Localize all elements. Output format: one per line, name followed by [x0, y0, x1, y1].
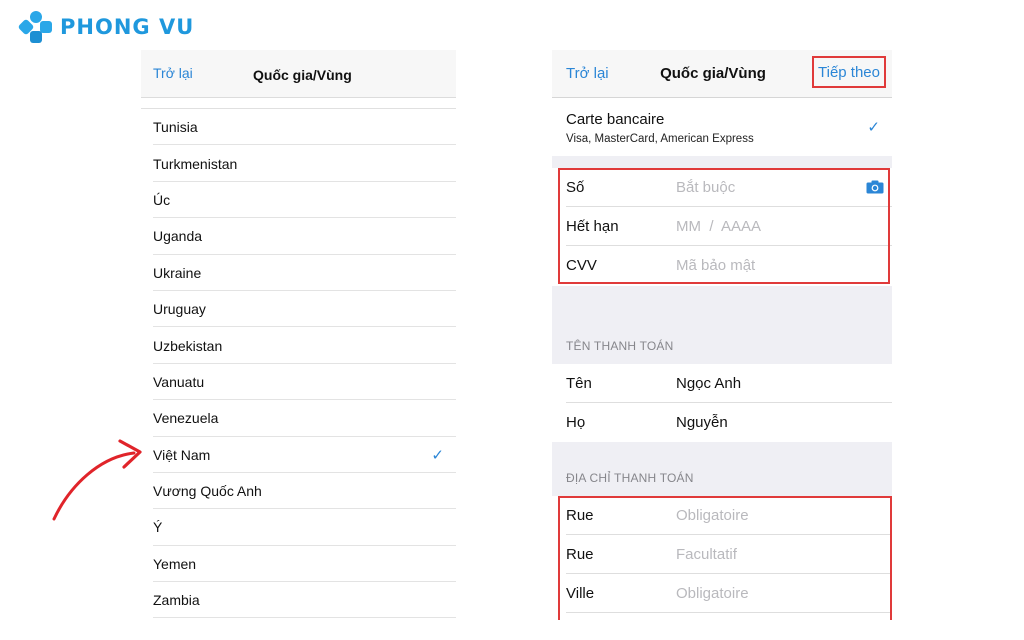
country-row[interactable]: Turkmenistan: [141, 145, 456, 183]
country-row[interactable]: Yemen: [141, 546, 456, 583]
checkmark-icon: ✓: [867, 119, 880, 136]
country-row[interactable]: Uruguay: [141, 291, 456, 328]
payment-method-name: Carte bancaire: [566, 111, 665, 128]
brand-logo: PHONG VU: [17, 10, 195, 44]
country-name: Úc: [153, 191, 171, 208]
navigation-bar: Trở lại Quốc gia/Vùng: [141, 50, 456, 98]
country-list: Tunisia Turkmenistan Úc Uganda Ukraine Urugua…: [141, 108, 456, 619]
country-name: Uganda: [153, 228, 203, 245]
country-name: Ý: [153, 519, 163, 536]
highlight-box: [558, 168, 890, 284]
country-row[interactable]: Tunisia: [141, 109, 456, 146]
brand-name: PHONG VU: [60, 15, 195, 39]
brand-logo-mark: [17, 11, 52, 43]
country-name: Turkmenistan: [153, 155, 238, 172]
country-name: Vương Quốc Anh: [153, 483, 262, 500]
next-button[interactable]: Tiếp theo: [812, 56, 886, 88]
billing-name-header: TÊN THANH TOÁN: [566, 339, 674, 353]
first-name-input[interactable]: Ngọc Anh: [676, 375, 741, 392]
country-row[interactable]: Zambia: [141, 582, 456, 619]
country-name: Tunisia: [153, 119, 198, 136]
country-name: Uzbekistan: [153, 337, 223, 354]
last-name-label: Họ: [566, 414, 586, 431]
payment-method-cards: Visa, MasterCard, American Express: [566, 133, 754, 145]
first-name-label: Tên: [566, 375, 592, 392]
country-row[interactable]: Vương Quốc Anh: [141, 473, 456, 510]
payment-method-row[interactable]: Carte bancaire Visa, MasterCard, America…: [552, 98, 892, 156]
navigation-bar: Trở lại Quốc gia/Vùng Tiếp theo: [552, 50, 892, 98]
highlight-box: [558, 496, 892, 620]
country-name: Yemen: [153, 555, 197, 572]
country-name: Vanuatu: [153, 373, 205, 390]
country-picker-screen: Trở lại Quốc gia/Vùng Tunisia Turkmenista…: [141, 50, 456, 620]
country-row[interactable]: Vanuatu: [141, 364, 456, 401]
billing-name-section: Tên Ngọc Anh Họ Nguyễn: [552, 364, 892, 442]
last-name-input[interactable]: Nguyễn: [676, 414, 728, 431]
country-name: Việt Nam: [153, 446, 211, 463]
checkmark-icon: ✓: [431, 446, 444, 464]
country-row[interactable]: Việt Nam ✓: [141, 437, 456, 474]
country-row[interactable]: Ý: [141, 509, 456, 547]
payment-info-screen: Trở lại Quốc gia/Vùng Tiếp theo Carte ba…: [552, 50, 892, 620]
billing-address-header: ĐỊA CHỈ THANH TOÁN: [566, 471, 694, 485]
country-row[interactable]: Venezuela: [141, 400, 456, 437]
first-name-field[interactable]: Tên Ngọc Anh: [552, 364, 892, 403]
page-title: Quốc gia/Vùng: [253, 67, 352, 83]
country-row[interactable]: Uzbekistan: [141, 327, 456, 365]
country-name: Ukraine: [153, 264, 202, 281]
country-name: Venezuela: [153, 410, 219, 427]
last-name-field[interactable]: Họ Nguyễn: [552, 403, 892, 442]
country-row[interactable]: Ukraine: [141, 255, 456, 292]
country-name: Uruguay: [153, 301, 206, 318]
arrow-pointer-icon: [52, 439, 142, 521]
country-row[interactable]: Uganda: [141, 218, 456, 255]
country-name: Zambia: [153, 592, 200, 609]
country-row[interactable]: Úc: [141, 182, 456, 219]
